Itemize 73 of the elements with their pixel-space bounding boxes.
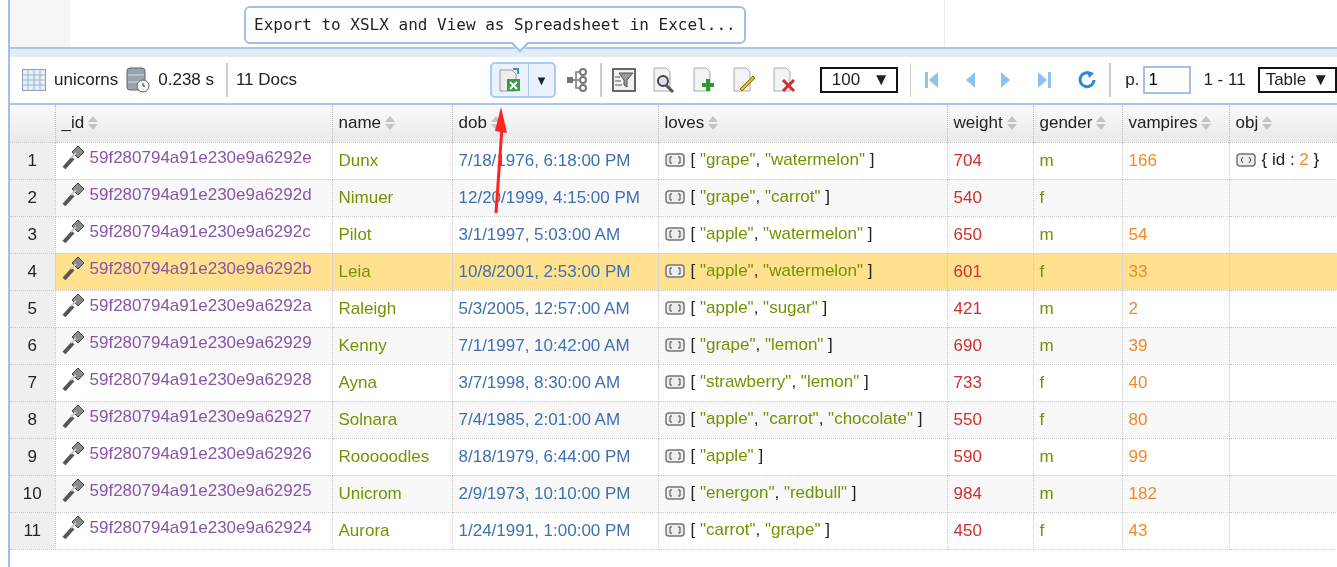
- table-row[interactable]: 10 59f280794a91e230e9a62925 Unicrom 2/9/1973, 10:10:00 PM [ "energon", "redbull" ] 984 m 182: [10, 475, 1337, 512]
- table-cell: 33: [1122, 253, 1229, 290]
- table-row[interactable]: 4 59f280794a91e230e9a6292b Leia 10/8/2001, 2:53:00 PM [ "apple", "watermelon" ] 601 f 33: [10, 253, 1337, 290]
- table-cell: 601: [947, 253, 1033, 290]
- page-range: 1 - 11: [1203, 70, 1246, 90]
- page-field[interactable]: 1: [1143, 66, 1192, 94]
- table-cell: 43: [1122, 512, 1229, 549]
- array-value: [ "grape", "watermelon" ]: [690, 149, 875, 170]
- table-cell: 2/9/1973, 10:10:00 PM: [452, 475, 658, 512]
- array-value: [ "apple", "sugar" ]: [690, 297, 828, 318]
- table-row[interactable]: 11 59f280794a91e230e9a62924 Aurora 1/24/1991, 1:00:00 PM [ "carrot", "grape" ] 450 f 43: [10, 512, 1337, 549]
- array-value: [ "apple", "watermelon" ]: [690, 223, 873, 244]
- table-cell: m: [1033, 327, 1122, 364]
- table-cell: f: [1033, 401, 1122, 438]
- row-number: 5: [10, 290, 55, 327]
- row-number: 3: [10, 216, 55, 253]
- table-cell: 7/1/1997, 10:42:00 AM: [452, 327, 658, 364]
- table-cell: Kenny: [332, 327, 452, 364]
- table-cell: Nimuer: [332, 179, 452, 216]
- array-value: [ "apple", "watermelon" ]: [690, 260, 873, 281]
- table-cell: Leia: [332, 253, 452, 290]
- row-number: 8: [10, 401, 55, 438]
- page-size-select[interactable]: 100 ▼: [819, 67, 898, 93]
- row-number: 10: [10, 475, 55, 512]
- array-value: [ "strawberry", "lemon" ]: [690, 371, 869, 392]
- table-cell: Aurora: [332, 512, 452, 549]
- row-number: 11: [10, 512, 55, 549]
- table-row[interactable]: 8 59f280794a91e230e9a62927 Solnara 7/4/1985, 2:01:00 AM [ "apple", "carrot", "chocolate" ] 550 f 80: [10, 401, 1337, 438]
- row-number: 9: [10, 438, 55, 475]
- array-value: [ "grape", "lemon" ]: [690, 334, 833, 355]
- table-cell: 690: [947, 327, 1033, 364]
- row-number: 7: [10, 364, 55, 401]
- column-header[interactable]: name: [332, 105, 452, 142]
- table-cell: 80: [1122, 401, 1229, 438]
- table-cell: 550: [947, 401, 1033, 438]
- table-cell: 182: [1122, 475, 1229, 512]
- table-cell: 39: [1122, 327, 1229, 364]
- column-header[interactable]: weight: [947, 105, 1033, 142]
- table-cell: 984: [947, 475, 1033, 512]
- array-value: [ "apple" ]: [690, 445, 764, 466]
- column-header[interactable]: vampires: [1122, 105, 1229, 142]
- table-cell: 10/8/2001, 2:53:00 PM: [452, 253, 658, 290]
- table-cell: 1/24/1991, 1:00:00 PM: [452, 512, 658, 549]
- view-select[interactable]: Table ▼: [1257, 67, 1337, 93]
- column-header[interactable]: gender: [1033, 105, 1122, 142]
- row-number: 2: [10, 179, 55, 216]
- array-value: [ "apple", "carrot", "chocolate" ]: [690, 408, 923, 429]
- collection-name: unicorns: [54, 70, 119, 90]
- document-count: 11 Docs: [235, 70, 297, 90]
- array-value: [ "energon", "redbull" ]: [690, 482, 857, 503]
- row-number: 6: [10, 327, 55, 364]
- table-cell: f: [1033, 512, 1122, 549]
- table-cell: m: [1033, 475, 1122, 512]
- array-value: [ "grape", "carrot" ]: [690, 186, 830, 207]
- table-cell: f: [1033, 253, 1122, 290]
- table-cell: 7/4/1985, 2:01:00 AM: [452, 401, 658, 438]
- column-header[interactable]: dob: [452, 105, 658, 142]
- table-row[interactable]: 6 59f280794a91e230e9a62929 Kenny 7/1/1997, 10:42:00 AM [ "grape", "lemon" ] 690 m 39: [10, 327, 1337, 364]
- page-label: p.: [1125, 70, 1140, 90]
- table-cell: 450: [947, 512, 1033, 549]
- table-cell: Solnara: [332, 401, 452, 438]
- row-number: 1: [10, 142, 55, 179]
- table-cell: f: [1033, 179, 1122, 216]
- column-header[interactable]: loves: [658, 105, 947, 142]
- query-time: 0.238 s: [158, 70, 215, 90]
- array-value: [ "carrot", "grape" ]: [690, 519, 830, 540]
- table-cell: 540: [947, 179, 1033, 216]
- table-cell: Unicrom: [332, 475, 452, 512]
- column-header[interactable]: _id: [55, 105, 332, 142]
- tooltip: Export to XSLX and View as Spreadsheet in Excel...: [244, 6, 746, 44]
- column-header[interactable]: obj: [1229, 105, 1337, 142]
- object-value: { id : 2 }: [1261, 149, 1320, 170]
- row-number: 4: [10, 253, 55, 290]
